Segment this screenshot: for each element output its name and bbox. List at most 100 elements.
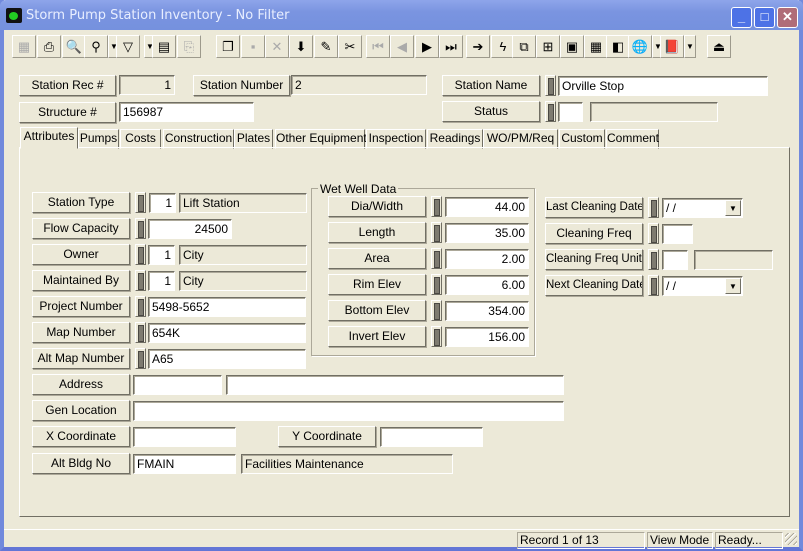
filter-icon[interactable]: ▽ — [116, 35, 140, 58]
last-cleaning-date-label-button[interactable]: Last Cleaning Date — [545, 197, 643, 218]
flow-capacity-label-button[interactable]: Flow Capacity — [32, 218, 130, 239]
tab-wo-pm-req[interactable]: WO/PM/Req — [483, 129, 558, 149]
last-record-icon[interactable]: ⏭ — [439, 35, 463, 58]
exit-icon[interactable]: ⏏ — [707, 35, 731, 58]
tab-comment[interactable]: Comment — [606, 129, 659, 149]
print-icon[interactable]: ⎙ — [37, 35, 61, 58]
gis-globe-icon[interactable]: 🌐 — [628, 35, 652, 58]
tab-attributes[interactable]: Attributes — [20, 127, 78, 149]
next-cleaning-date-picker[interactable]: / / ▼ — [662, 276, 743, 296]
hierarchy-icon[interactable]: ⊞ — [536, 35, 560, 58]
status-text: Ready... — [715, 532, 783, 549]
cleaning-freq-units-label-button[interactable]: Cleaning Freq Units — [545, 249, 643, 270]
first-record-icon[interactable]: ⏮ — [366, 35, 390, 58]
add-record-icon[interactable]: ⬇ — [289, 35, 313, 58]
close-button[interactable]: ✕ — [777, 7, 798, 28]
gen-location-input[interactable] — [133, 401, 564, 421]
previous-record-icon[interactable]: ◀ — [390, 35, 414, 58]
resize-grip[interactable] — [785, 533, 797, 545]
edit-icon[interactable]: ✎ — [314, 35, 338, 58]
invert-elev-input[interactable]: 156.00 — [445, 327, 529, 347]
goto-icon[interactable]: ➔ — [466, 35, 490, 58]
tab-costs[interactable]: Costs — [120, 129, 161, 149]
flow-capacity-input[interactable]: 24500 — [148, 219, 232, 239]
project-number-input[interactable]: 5498-5652 — [148, 297, 306, 317]
form-view-icon[interactable]: ▦ — [12, 35, 36, 58]
station-type-label-button[interactable]: Station Type — [32, 192, 130, 213]
address-street-input[interactable] — [226, 375, 564, 395]
cleaning-freq-units-code-input[interactable] — [662, 250, 688, 270]
gen-location-label-button[interactable]: Gen Location — [32, 400, 130, 421]
rim-elev-label-button[interactable]: Rim Elev — [328, 274, 426, 295]
x-coordinate-label-button[interactable]: X Coordinate — [32, 426, 130, 447]
tab-inspection[interactable]: Inspection — [366, 129, 426, 149]
dia-width-label-button[interactable]: Dia/Width — [328, 196, 426, 217]
related-records-icon[interactable]: ⧉ — [512, 35, 536, 58]
map-icon[interactable]: ◧ — [606, 35, 630, 58]
cleaning-freq-label-button[interactable]: Cleaning Freq — [545, 223, 643, 244]
export-icon[interactable]: ⎘ — [177, 35, 201, 58]
length-label-button[interactable]: Length — [328, 222, 426, 243]
calculator-icon[interactable]: ▦ — [584, 35, 608, 58]
cut-icon[interactable]: ✂ — [338, 35, 362, 58]
maintained-by-code-input[interactable]: 1 — [148, 271, 175, 291]
station-number-label-button[interactable]: Station Number — [193, 75, 290, 96]
status-code-input[interactable] — [558, 102, 583, 122]
bottom-elev-input[interactable]: 354.00 — [445, 301, 529, 321]
alt-map-number-label-button[interactable]: Alt Map Number — [32, 348, 130, 369]
tab-readings[interactable]: Readings — [427, 129, 483, 149]
bottom-elev-label-button[interactable]: Bottom Elev — [328, 300, 426, 321]
book-icon[interactable]: 📕 — [660, 35, 684, 58]
station-type-description: Lift Station — [179, 193, 307, 213]
x-coordinate-input[interactable] — [133, 427, 236, 447]
y-coordinate-label-button[interactable]: Y Coordinate — [278, 426, 376, 447]
status-label-button[interactable]: Status — [442, 101, 540, 122]
dropdown-arrow-icon[interactable]: ▼ — [684, 35, 696, 58]
address-label-button[interactable]: Address — [32, 374, 130, 395]
alt-map-number-input[interactable]: A65 — [148, 349, 306, 369]
equipment-icon[interactable]: ▣ — [560, 35, 584, 58]
area-input[interactable]: 2.00 — [445, 249, 529, 269]
tab-construction[interactable]: Construction — [163, 129, 234, 149]
area-label-button[interactable]: Area — [328, 248, 426, 269]
required-indicator — [135, 322, 146, 343]
rim-elev-input[interactable]: 6.00 — [445, 275, 529, 295]
station-name-input[interactable]: Orville Stop — [558, 76, 768, 96]
last-cleaning-date-picker[interactable]: / / ▼ — [662, 198, 743, 218]
delete-icon[interactable]: ✕ — [265, 35, 289, 58]
next-cleaning-date-label-button[interactable]: Next Cleaning Date — [545, 275, 643, 296]
maintained-by-label-button[interactable]: Maintained By — [32, 270, 130, 291]
cleaning-freq-input[interactable] — [662, 224, 693, 244]
tab-plates[interactable]: Plates — [234, 129, 273, 149]
structure-input[interactable]: 156987 — [119, 102, 254, 122]
map-number-input[interactable]: 654K — [148, 323, 306, 343]
tab-other-equipment[interactable]: Other Equipment — [275, 129, 367, 149]
owner-code-input[interactable]: 1 — [148, 245, 175, 265]
tab-custom[interactable]: Custom — [559, 129, 605, 149]
maximize-button[interactable]: □ — [754, 7, 775, 28]
report-icon[interactable]: ▤ — [152, 35, 176, 58]
project-number-label-button[interactable]: Project Number — [32, 296, 130, 317]
alt-bldg-code-input[interactable]: FMAIN — [133, 454, 236, 474]
owner-label-button[interactable]: Owner — [32, 244, 130, 265]
next-record-icon[interactable]: ▶ — [415, 35, 439, 58]
chevron-down-icon[interactable]: ▼ — [725, 200, 741, 216]
structure-label-button[interactable]: Structure # — [19, 102, 116, 123]
chevron-down-icon[interactable]: ▼ — [725, 278, 741, 294]
tab-pumps[interactable]: Pumps — [78, 129, 119, 149]
station-name-label-button[interactable]: Station Name — [442, 75, 540, 96]
map-number-label-button[interactable]: Map Number — [32, 322, 130, 343]
station-rec-label-button[interactable]: Station Rec # — [19, 75, 116, 96]
address-number-input[interactable] — [133, 375, 222, 395]
dia-width-input[interactable]: 44.00 — [445, 197, 529, 217]
station-type-code-input[interactable]: 1 — [149, 193, 176, 213]
y-coordinate-input[interactable] — [380, 427, 483, 447]
print-preview-icon[interactable]: 🔍 — [62, 35, 86, 58]
invert-elev-label-button[interactable]: Invert Elev — [328, 326, 426, 347]
copy-record-icon[interactable]: ❐ — [216, 35, 240, 58]
length-input[interactable]: 35.00 — [445, 223, 529, 243]
save-icon[interactable]: ▪ — [241, 35, 265, 58]
find-icon[interactable]: ⚲ — [84, 35, 108, 58]
minimize-button[interactable]: _ — [731, 7, 752, 28]
alt-bldg-label-button[interactable]: Alt Bldg No — [32, 453, 130, 474]
